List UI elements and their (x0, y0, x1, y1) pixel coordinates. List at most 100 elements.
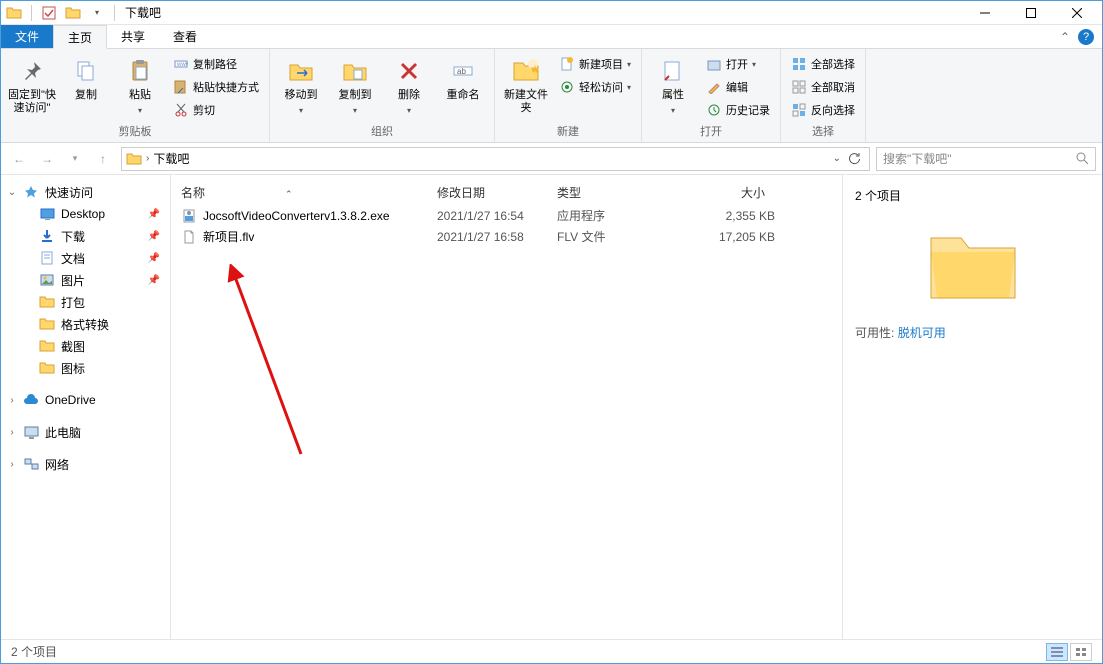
refresh-icon[interactable] (847, 152, 861, 166)
network-icon (23, 456, 39, 472)
folder-icon (126, 151, 142, 167)
path-icon: www (173, 56, 189, 72)
group-label: 打开 (648, 121, 774, 142)
file-row[interactable]: JocsoftVideoConverterv1.3.8.2.exe2021/1/… (171, 205, 842, 226)
tab-view[interactable]: 查看 (159, 25, 211, 48)
pin-to-quick-access-button[interactable]: 固定到"快速访问" (7, 51, 57, 115)
search-icon (1076, 152, 1089, 165)
availability: 可用性: 脱机可用 (855, 324, 1090, 341)
properties-button[interactable]: 属性▾ (648, 51, 698, 117)
close-button[interactable] (1054, 1, 1100, 25)
breadcrumb[interactable]: › 下载吧 ⌄ (121, 147, 870, 171)
item-icon (39, 360, 55, 376)
details-pane: 2 个项目 可用性: 脱机可用 (842, 175, 1102, 639)
sidebar-item[interactable]: 下载📌 (1, 225, 170, 247)
select-none-icon (791, 79, 807, 95)
sidebar-onedrive[interactable]: › OneDrive (1, 389, 170, 411)
easy-access-button[interactable]: 轻松访问▾ (555, 76, 635, 98)
paste-button[interactable]: 粘贴 ▾ (115, 51, 165, 117)
help-icon[interactable]: ? (1078, 29, 1094, 45)
col-name[interactable]: 名称⌃ (181, 184, 437, 201)
col-date[interactable]: 修改日期 (437, 184, 557, 201)
ribbon-group-clipboard: 固定到"快速访问" 复制 粘贴 ▾ www复制路径 粘贴快捷方式 剪切 剪贴板 (1, 49, 270, 142)
copy-button[interactable]: 复制 (61, 51, 111, 102)
navigation-pane[interactable]: ⌄ 快速访问 Desktop📌下载📌文档📌图片📌打包格式转换截图图标 › One… (1, 175, 171, 639)
cut-button[interactable]: 剪切 (169, 99, 263, 121)
pin-icon: 📌 (148, 253, 160, 264)
new-item-button[interactable]: 新建项目▾ (555, 53, 635, 75)
pc-icon (23, 424, 39, 440)
sidebar-item[interactable]: 截图 (1, 335, 170, 357)
sidebar-item-label: 打包 (61, 294, 85, 311)
sidebar-item[interactable]: 格式转换 (1, 313, 170, 335)
file-name: 新项目.flv (203, 228, 437, 245)
copy-to-icon (339, 55, 371, 87)
invert-icon (791, 102, 807, 118)
chevron-icon[interactable]: › (146, 153, 149, 164)
file-row[interactable]: 新项目.flv2021/1/27 16:58FLV 文件17,205 KB (171, 226, 842, 247)
edit-button[interactable]: 编辑 (702, 76, 774, 98)
new-folder-icon (510, 55, 542, 87)
shortcut-icon (173, 79, 189, 95)
sidebar-item-label: Desktop (61, 207, 105, 221)
delete-button[interactable]: 删除▾ (384, 51, 434, 117)
checkbox-icon[interactable] (38, 2, 60, 24)
easy-access-icon (559, 79, 575, 95)
expand-icon[interactable]: ⌄ (7, 187, 17, 198)
tab-home[interactable]: 主页 (53, 25, 107, 49)
quick-access-toolbar: ▾ (3, 2, 119, 24)
status-text: 2 个项目 (11, 643, 57, 660)
ribbon-group-organize: 移动到▾ 复制到▾ 删除▾ ab 重命名 组织 (270, 49, 495, 142)
expand-icon[interactable]: › (7, 459, 17, 470)
forward-button[interactable]: → (35, 147, 59, 171)
ribbon-help: ⌃ ? (1060, 25, 1102, 48)
sidebar-item[interactable]: 打包 (1, 291, 170, 313)
col-size[interactable]: 大小 (675, 184, 775, 201)
breadcrumb-item[interactable]: 下载吧 (153, 150, 189, 167)
rename-button[interactable]: ab 重命名 (438, 51, 488, 102)
details-view-button[interactable] (1046, 643, 1068, 661)
minimize-button[interactable] (962, 1, 1008, 25)
file-name: JocsoftVideoConverterv1.3.8.2.exe (203, 209, 437, 223)
search-input[interactable]: 搜索"下载吧" (876, 147, 1096, 171)
move-icon (285, 55, 317, 87)
collapse-ribbon-icon[interactable]: ⌃ (1060, 30, 1070, 44)
tab-share[interactable]: 共享 (107, 25, 159, 48)
sidebar-item[interactable]: 图标 (1, 357, 170, 379)
delete-icon (393, 55, 425, 87)
copy-to-button[interactable]: 复制到▾ (330, 51, 380, 117)
copy-icon (70, 55, 102, 87)
label: 固定到"快速访问" (7, 89, 57, 115)
open-button[interactable]: 打开▾ (702, 53, 774, 75)
invert-selection-button[interactable]: 反向选择 (787, 99, 859, 121)
file-list[interactable]: 名称⌃ 修改日期 类型 大小 JocsoftVideoConverterv1.3… (171, 175, 842, 639)
column-headers[interactable]: 名称⌃ 修改日期 类型 大小 (171, 181, 842, 205)
new-folder-button[interactable]: 新建文件夹 (501, 51, 551, 115)
expand-icon[interactable]: › (7, 427, 17, 438)
folder-small-icon[interactable] (62, 2, 84, 24)
qat-dropdown-icon[interactable]: ▾ (86, 2, 108, 24)
sidebar-item[interactable]: 图片📌 (1, 269, 170, 291)
sidebar-item[interactable]: Desktop📌 (1, 203, 170, 225)
sidebar-this-pc[interactable]: › 此电脑 (1, 421, 170, 443)
history-button[interactable]: 历史记录 (702, 99, 774, 121)
move-to-button[interactable]: 移动到▾ (276, 51, 326, 117)
paste-shortcut-button[interactable]: 粘贴快捷方式 (169, 76, 263, 98)
col-type[interactable]: 类型 (557, 184, 675, 201)
sidebar-network[interactable]: › 网络 (1, 453, 170, 475)
recent-dropdown[interactable]: ▾ (63, 147, 87, 171)
copy-path-button[interactable]: www复制路径 (169, 53, 263, 75)
group-label: 剪贴板 (7, 121, 263, 142)
tab-file[interactable]: 文件 (1, 25, 53, 48)
select-all-button[interactable]: 全部选择 (787, 53, 859, 75)
select-none-button[interactable]: 全部取消 (787, 76, 859, 98)
sidebar-item[interactable]: 文档📌 (1, 247, 170, 269)
item-icon (39, 206, 55, 222)
sidebar-quick-access[interactable]: ⌄ 快速访问 (1, 181, 170, 203)
expand-icon[interactable]: › (7, 395, 17, 406)
large-icons-view-button[interactable] (1070, 643, 1092, 661)
maximize-button[interactable] (1008, 1, 1054, 25)
back-button[interactable]: ← (7, 147, 31, 171)
chevron-down-icon[interactable]: ⌄ (833, 153, 841, 164)
up-button[interactable]: ↑ (91, 147, 115, 171)
